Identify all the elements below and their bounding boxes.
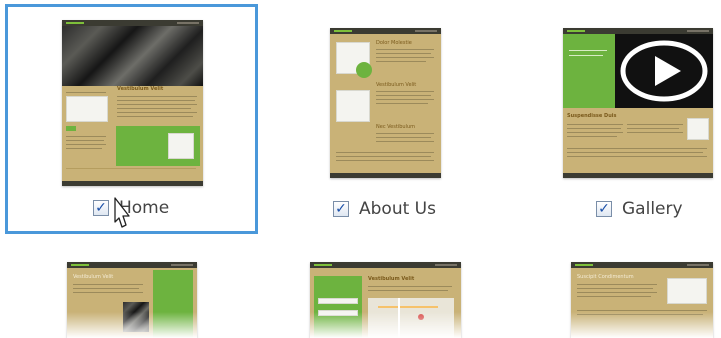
thumb-heading: Vestibulum Velit: [117, 86, 164, 92]
thumb-header-bar: [67, 262, 197, 268]
include-checkbox-gallery[interactable]: ✓: [596, 201, 612, 217]
thumb-heading: Suscipit Condimentum: [577, 274, 634, 280]
page-thumbnail-partial-1[interactable]: Vestibulum Velit: [67, 262, 197, 338]
thumb-footer-bar: [563, 173, 713, 178]
thumb-heading: Vestibulum Velit: [376, 82, 417, 88]
play-icon[interactable]: [615, 34, 713, 108]
thumb-header-bar: [330, 28, 441, 34]
page-thumbnail-home[interactable]: Vestibulum Velit: [62, 20, 203, 186]
thumb-heading: Suspendisse Duis: [567, 113, 617, 119]
thumb-heading: Vestibulum Velit: [368, 276, 415, 282]
thumb-footer-bar: [330, 173, 441, 178]
page-label-about-us: About Us: [359, 199, 436, 219]
thumb-heading: Dolor Molestie: [376, 40, 412, 46]
page-thumbnail-about-us[interactable]: Dolor Molestie Vestibulum Velit Nec Vest…: [330, 28, 441, 178]
thumb-header-bar: [571, 262, 713, 268]
video-player[interactable]: [615, 34, 713, 108]
thumb-heading: Nec Vestibulum: [376, 124, 415, 130]
page-thumbnail-partial-3[interactable]: Suscipit Condimentum: [571, 262, 713, 338]
mouse-pointer-icon: [114, 197, 130, 228]
page-thumbnail-partial-2[interactable]: Vestibulum Velit: [310, 262, 461, 338]
thumb-footer-bar: [62, 181, 203, 186]
include-checkbox-about-us[interactable]: ✓: [333, 201, 349, 217]
thumb-header-bar: [310, 262, 461, 268]
thumb-heading: Vestibulum Velit: [73, 274, 114, 280]
page-thumbnail-gallery[interactable]: Suspendisse Duis: [563, 28, 713, 178]
hero-image: [62, 26, 203, 86]
page-label-gallery: Gallery: [622, 199, 683, 219]
